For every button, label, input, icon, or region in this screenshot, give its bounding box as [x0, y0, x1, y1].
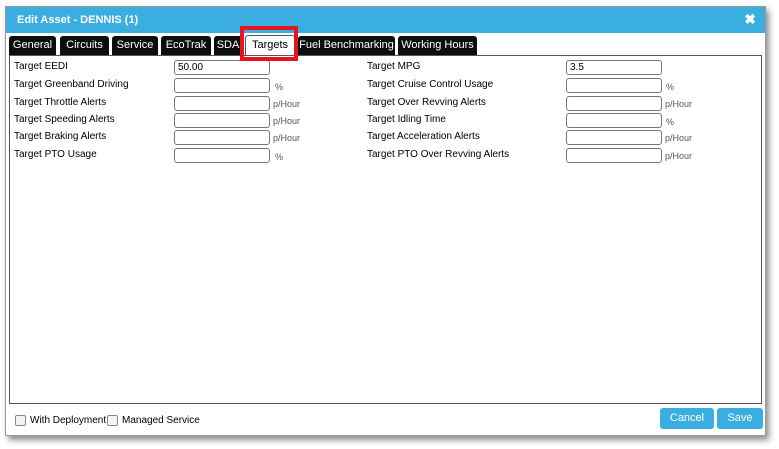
- target-idling-input[interactable]: [566, 113, 662, 128]
- target-idling-label: Target Idling Time: [367, 114, 446, 125]
- target-cruise-unit: %: [666, 82, 675, 92]
- target-speeding-unit: p/Hour: [273, 116, 301, 126]
- target-throttle-input[interactable]: [174, 96, 270, 111]
- target-speeding-label: Target Speeding Alerts: [14, 114, 115, 125]
- targets-panel: Target EEDI Target Greenband Driving % T…: [9, 55, 762, 404]
- target-eedi-label: Target EEDI: [14, 61, 68, 72]
- edit-asset-dialog: Edit Asset - DENNIS (1) ✖ General Circui…: [5, 6, 766, 436]
- tab-ecotrak[interactable]: EcoTrak: [161, 36, 211, 55]
- target-mpg-label: Target MPG: [367, 61, 421, 72]
- target-braking-input[interactable]: [174, 130, 270, 145]
- target-greenband-unit: %: [275, 82, 284, 92]
- target-braking-unit: p/Hour: [273, 133, 301, 143]
- target-pto-over-revving-unit: p/Hour: [665, 151, 693, 161]
- target-over-revving-label: Target Over Revving Alerts: [367, 97, 486, 108]
- with-deployment-box[interactable]: [15, 415, 26, 426]
- target-pto-usage-unit: %: [275, 152, 284, 162]
- target-greenband-label: Target Greenband Driving: [14, 79, 129, 90]
- target-pto-over-revving-label: Target PTO Over Revving Alerts: [367, 149, 510, 160]
- target-over-revving-input[interactable]: [566, 96, 662, 111]
- target-braking-label: Target Braking Alerts: [14, 131, 107, 142]
- target-eedi-input[interactable]: [174, 60, 270, 75]
- target-over-revving-unit: p/Hour: [665, 99, 693, 109]
- tab-sda[interactable]: SDA: [214, 36, 242, 55]
- target-idling-unit: %: [666, 117, 675, 127]
- managed-service-box[interactable]: [107, 415, 118, 426]
- tab-service[interactable]: Service: [112, 36, 158, 55]
- tab-targets[interactable]: Targets: [245, 35, 295, 56]
- with-deployment-checkbox[interactable]: With Deployment: [15, 415, 106, 426]
- target-cruise-label: Target Cruise Control Usage: [367, 79, 494, 90]
- target-mpg-input[interactable]: [566, 60, 662, 75]
- target-acceleration-label: Target Acceleration Alerts: [367, 131, 480, 142]
- managed-service-checkbox[interactable]: Managed Service: [107, 415, 200, 426]
- target-throttle-label: Target Throttle Alerts: [14, 97, 107, 108]
- target-pto-over-revving-input[interactable]: [566, 148, 662, 163]
- target-acceleration-unit: p/Hour: [665, 133, 693, 143]
- target-pto-usage-label: Target PTO Usage: [14, 149, 97, 160]
- target-greenband-input[interactable]: [174, 78, 270, 93]
- target-throttle-unit: p/Hour: [273, 99, 301, 109]
- tab-circuits[interactable]: Circuits: [60, 36, 109, 55]
- target-speeding-input[interactable]: [174, 113, 270, 128]
- target-pto-usage-input[interactable]: [174, 148, 270, 163]
- managed-service-label: Managed Service: [122, 415, 200, 426]
- tab-general[interactable]: General: [9, 36, 56, 55]
- tab-working-hours[interactable]: Working Hours: [398, 36, 477, 55]
- tab-fuel-benchmarking[interactable]: Fuel Benchmarking: [298, 36, 395, 55]
- dialog-titlebar: Edit Asset - DENNIS (1) ✖: [6, 7, 765, 33]
- target-cruise-input[interactable]: [566, 78, 662, 93]
- with-deployment-label: With Deployment: [30, 415, 107, 426]
- cancel-button[interactable]: Cancel: [660, 408, 714, 429]
- target-acceleration-input[interactable]: [566, 130, 662, 145]
- close-icon[interactable]: ✖: [744, 11, 756, 28]
- save-button[interactable]: Save: [717, 408, 763, 429]
- dialog-title: Edit Asset - DENNIS (1): [17, 14, 139, 26]
